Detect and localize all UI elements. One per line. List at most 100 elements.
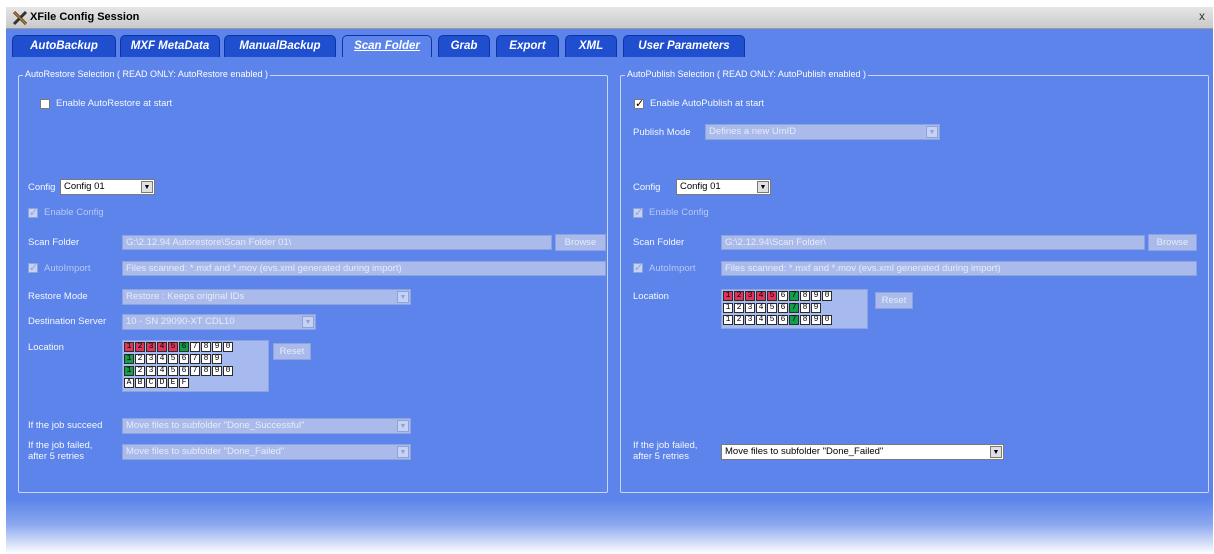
restore-location-cell[interactable]: 1 <box>124 342 134 352</box>
chevron-down-icon[interactable]: ▼ <box>990 446 1002 458</box>
publish-location-cell[interactable]: 4 <box>756 315 766 325</box>
restore-reset-button[interactable]: Reset <box>273 343 311 360</box>
restore-location-cell[interactable]: 7 <box>190 366 200 376</box>
chevron-down-icon[interactable]: ▼ <box>397 291 409 303</box>
restore-location-cell[interactable]: 8 <box>201 354 211 364</box>
enable-autopublish-checkbox[interactable]: ✓ <box>634 98 644 110</box>
tab-export[interactable]: Export <box>496 35 559 57</box>
tab-user-parameters[interactable]: User Parameters <box>623 35 745 57</box>
publish-location-cell[interactable]: 5 <box>767 315 777 325</box>
restore-location-cell[interactable]: 4 <box>157 354 167 364</box>
restore-location-cell[interactable]: C <box>146 378 156 388</box>
publish-enable-config-checkbox[interactable]: ✓ <box>633 207 643 219</box>
chevron-down-icon[interactable]: ▼ <box>397 446 409 458</box>
restore-location-cell[interactable]: 0 <box>223 366 233 376</box>
restore-location-cell[interactable]: 4 <box>157 366 167 376</box>
publish-location-cell[interactable]: 3 <box>745 291 755 301</box>
restore-location-cell[interactable]: E <box>168 378 178 388</box>
destination-server-select[interactable]: 10 - SN 29090-XT CDL10 ▼ <box>122 314 316 330</box>
restore-enable-config-checkbox[interactable]: ✓ <box>28 207 38 219</box>
publish-failed-action-select[interactable]: Move files to subfolder "Done_Failed" ▼ <box>721 444 1004 460</box>
publish-location-cell[interactable]: 4 <box>756 303 766 313</box>
publish-config-select[interactable]: Config 01 ▼ <box>676 179 771 195</box>
publish-location-cell[interactable]: 5 <box>767 291 777 301</box>
publish-location-cell[interactable]: 5 <box>767 303 777 313</box>
restore-location-cell[interactable]: 8 <box>201 366 211 376</box>
enable-autorestore-checkbox[interactable] <box>40 99 50 109</box>
tab-scan-folder[interactable]: Scan Folder <box>342 35 432 57</box>
restore-scan-folder-field[interactable]: G:\2.12.94 Autorestore\Scan Folder 01\ <box>122 235 552 250</box>
close-icon[interactable]: x <box>1195 10 1209 24</box>
tab-grab[interactable]: Grab <box>438 35 490 57</box>
publish-location-cell[interactable]: 2 <box>734 303 744 313</box>
restore-location-cell[interactable]: 7 <box>190 342 200 352</box>
publish-mode-select[interactable]: Defines a new UmID ▼ <box>705 124 940 140</box>
publish-location-cell[interactable]: 8 <box>800 303 810 313</box>
restore-location-cell[interactable]: 8 <box>201 342 211 352</box>
tab-autobackup[interactable]: AutoBackup <box>12 35 116 57</box>
restore-location-cell[interactable]: B <box>135 378 145 388</box>
publish-location-cell[interactable]: 4 <box>756 291 766 301</box>
publish-location-cell[interactable]: 9 <box>811 291 821 301</box>
publish-location-cell[interactable]: 6 <box>778 303 788 313</box>
chevron-down-icon[interactable]: ▼ <box>397 420 409 432</box>
restore-location-cell[interactable]: 2 <box>135 354 145 364</box>
publish-autoimport-field[interactable]: Files scanned: *.mxf and *.mov (evs.xml … <box>721 261 1197 276</box>
publish-location-cell[interactable]: 9 <box>811 303 821 313</box>
publish-location-cell[interactable]: 6 <box>778 291 788 301</box>
publish-location-cell[interactable]: 9 <box>811 315 821 325</box>
publish-location-cell[interactable]: 2 <box>734 291 744 301</box>
restore-location-cell[interactable]: 7 <box>190 354 200 364</box>
publish-autoimport-checkbox[interactable]: ✓ <box>633 262 643 274</box>
publish-location-cell[interactable]: 0 <box>822 291 832 301</box>
publish-location-cell[interactable]: 3 <box>745 315 755 325</box>
restore-location-cell[interactable]: 5 <box>168 366 178 376</box>
publish-location-cell[interactable]: 7 <box>789 315 799 325</box>
publish-location-cell[interactable]: 7 <box>789 291 799 301</box>
restore-mode-select[interactable]: Restore : Keeps original IDs ▼ <box>122 289 411 305</box>
restore-location-cell[interactable]: 4 <box>157 342 167 352</box>
chevron-down-icon[interactable]: ▼ <box>302 316 314 328</box>
restore-location-cell[interactable]: 3 <box>146 354 156 364</box>
tab-mxf-metadata[interactable]: MXF MetaData <box>120 35 220 57</box>
chevron-down-icon[interactable]: ▼ <box>926 126 938 138</box>
restore-location-cell[interactable]: 9 <box>212 354 222 364</box>
publish-location-cell[interactable]: 2 <box>734 315 744 325</box>
restore-location-cell[interactable]: 2 <box>135 342 145 352</box>
failed-action-select[interactable]: Move files to subfolder "Done_Failed" ▼ <box>122 444 411 460</box>
restore-location-cell[interactable]: 3 <box>146 366 156 376</box>
chevron-down-icon[interactable]: ▼ <box>757 181 769 193</box>
publish-reset-button[interactable]: Reset <box>875 292 913 309</box>
restore-location-cell[interactable]: F <box>179 378 189 388</box>
restore-location-cell[interactable]: 9 <box>212 366 222 376</box>
restore-location-cell[interactable]: 6 <box>179 366 189 376</box>
publish-scan-folder-field[interactable]: G:\2.12.94\Scan Folder\ <box>721 235 1145 250</box>
tab-manualbackup[interactable]: ManualBackup <box>224 35 336 57</box>
publish-location-cell[interactable]: 8 <box>800 291 810 301</box>
publish-location-cell[interactable]: 1 <box>723 303 733 313</box>
restore-location-cell[interactable]: 5 <box>168 354 178 364</box>
restore-location-cell[interactable]: D <box>157 378 167 388</box>
restore-browse-button[interactable]: Browse <box>555 234 606 251</box>
restore-location-cell[interactable]: 6 <box>179 354 189 364</box>
restore-location-cell[interactable]: 0 <box>223 342 233 352</box>
publish-location-cell[interactable]: 7 <box>789 303 799 313</box>
publish-location-cell[interactable]: 8 <box>800 315 810 325</box>
publish-browse-button[interactable]: Browse <box>1148 234 1197 251</box>
succeed-action-select[interactable]: Move files to subfolder "Done_Successful… <box>122 418 411 434</box>
restore-config-select[interactable]: Config 01 ▼ <box>60 179 155 195</box>
publish-location-cell[interactable]: 1 <box>723 315 733 325</box>
publish-location-cell[interactable]: 3 <box>745 303 755 313</box>
restore-location-cell[interactable]: 6 <box>179 342 189 352</box>
tab-xml[interactable]: XML <box>565 35 617 57</box>
restore-autoimport-checkbox[interactable]: ✓ <box>28 262 38 274</box>
restore-location-cell[interactable]: A <box>124 378 134 388</box>
restore-location-cell[interactable]: 1 <box>124 354 134 364</box>
restore-location-cell[interactable]: 2 <box>135 366 145 376</box>
chevron-down-icon[interactable]: ▼ <box>141 181 153 193</box>
publish-location-cell[interactable]: 6 <box>778 315 788 325</box>
restore-location-cell[interactable]: 5 <box>168 342 178 352</box>
restore-location-cell[interactable]: 1 <box>124 366 134 376</box>
restore-location-cell[interactable]: 3 <box>146 342 156 352</box>
restore-location-cell[interactable]: 9 <box>212 342 222 352</box>
